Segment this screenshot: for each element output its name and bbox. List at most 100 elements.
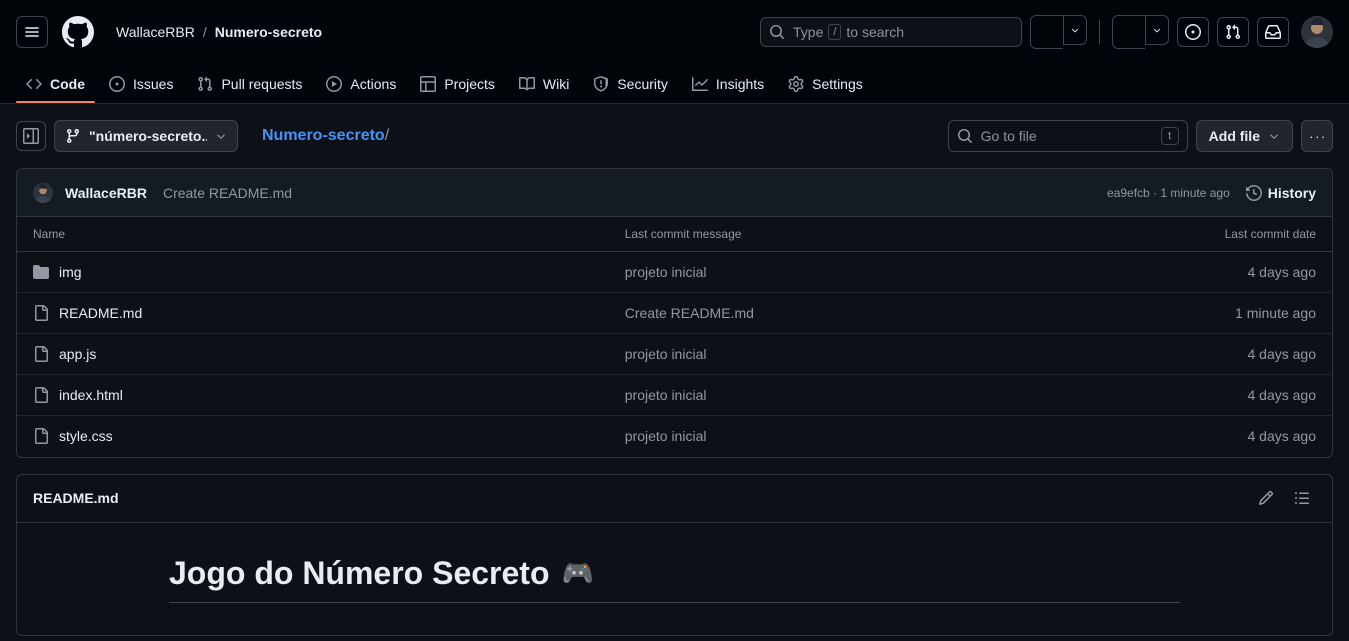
create-new-button[interactable] bbox=[1112, 15, 1145, 49]
breadcrumb-owner[interactable]: WallaceRBR bbox=[116, 24, 195, 40]
tab-security-label: Security bbox=[617, 75, 668, 92]
file-name-wrapper: index.html bbox=[33, 387, 593, 403]
file-name-label[interactable]: style.css bbox=[59, 428, 113, 444]
avatar[interactable] bbox=[1301, 16, 1333, 48]
tab-wiki[interactable]: Wiki bbox=[509, 64, 579, 103]
search-placeholder-prefix: Type bbox=[793, 24, 824, 40]
add-file-button[interactable]: Add file bbox=[1195, 120, 1293, 152]
column-header-message: Last commit message bbox=[608, 217, 1135, 252]
more-options-button[interactable]: ··· bbox=[1301, 120, 1333, 152]
sidebar-toggle-button[interactable] bbox=[16, 121, 46, 151]
edit-readme-button[interactable] bbox=[1252, 484, 1280, 512]
create-new-split-button bbox=[1112, 15, 1169, 49]
notifications-inbox-button[interactable] bbox=[1257, 17, 1289, 47]
file-name-cell: README.md bbox=[17, 292, 609, 334]
create-new-dropdown-button[interactable] bbox=[1145, 15, 1169, 45]
file-commit-message[interactable]: projeto inicial bbox=[609, 416, 1135, 457]
copilot-dropdown-button[interactable] bbox=[1063, 15, 1087, 45]
tab-code[interactable]: Code bbox=[16, 64, 95, 103]
search-placeholder-suffix: to search bbox=[846, 24, 905, 40]
file-navigation-bar: "número-secreto... Numero-secreto/ Go to… bbox=[16, 120, 1333, 152]
pull-requests-button[interactable] bbox=[1217, 17, 1249, 47]
tab-projects-label: Projects bbox=[444, 75, 495, 92]
search-icon bbox=[957, 129, 972, 143]
chevron-down-icon bbox=[1270, 134, 1278, 139]
tab-projects[interactable]: Projects bbox=[410, 64, 505, 103]
history-clock-icon bbox=[1245, 184, 1262, 201]
readme-title: README.md bbox=[33, 490, 119, 506]
hamburger-menu-button[interactable] bbox=[16, 16, 48, 48]
sidebar-expand-icon bbox=[23, 128, 39, 144]
tab-issues-label: Issues bbox=[133, 75, 174, 92]
file-name-label[interactable]: img bbox=[59, 264, 82, 280]
file-icon bbox=[35, 387, 48, 403]
repo-nav-tabs: Code Issues Pull requests Actions Projec… bbox=[0, 64, 1349, 104]
file-table: Name Last commit message Last commit dat… bbox=[17, 217, 1332, 457]
file-list-panel: WallaceRBR Create README.md ea9efcb · 1 … bbox=[16, 168, 1333, 458]
search-icon bbox=[770, 25, 784, 39]
book-icon bbox=[518, 76, 535, 90]
tab-pull-requests[interactable]: Pull requests bbox=[187, 64, 312, 103]
copilot-split-button bbox=[1030, 15, 1087, 49]
table-row[interactable]: img projeto inicial 4 days ago bbox=[17, 251, 1332, 293]
github-logo-icon bbox=[62, 16, 94, 48]
tab-wiki-label: Wiki bbox=[542, 75, 570, 92]
file-commit-message[interactable]: Create README.md bbox=[608, 292, 1135, 334]
search-input[interactable]: Type / to search bbox=[760, 17, 1022, 47]
copilot-button[interactable] bbox=[1030, 15, 1063, 49]
pencil-icon bbox=[1258, 490, 1274, 506]
github-logo-link[interactable] bbox=[62, 16, 94, 48]
repo-path-name: Numero-secreto bbox=[262, 127, 385, 144]
global-header: WallaceRBR / Numero-secreto Type / to se… bbox=[0, 0, 1349, 64]
commit-message[interactable]: Create README.md bbox=[163, 185, 292, 201]
add-file-label: Add file bbox=[1208, 128, 1260, 144]
file-name-cell: app.js bbox=[17, 333, 609, 375]
go-to-file-input[interactable]: Go to file t bbox=[947, 120, 1188, 152]
file-name-cell: style.css bbox=[17, 416, 609, 457]
tab-insights-label: Insights bbox=[715, 75, 765, 92]
table-row[interactable]: app.js projeto inicial 4 days ago bbox=[17, 333, 1332, 375]
search-slash-key-badge: / bbox=[828, 24, 842, 40]
tab-security[interactable]: Security bbox=[583, 64, 678, 103]
table-row[interactable]: index.html projeto inicial 4 days ago bbox=[17, 374, 1332, 416]
breadcrumb-separator: / bbox=[202, 24, 207, 40]
branch-selector-button[interactable]: "número-secreto... bbox=[54, 120, 238, 152]
latest-commit-bar: WallaceRBR Create README.md ea9efcb · 1 … bbox=[17, 169, 1332, 217]
file-commit-date: 4 days ago bbox=[1134, 374, 1332, 416]
chevron-down-icon bbox=[1071, 28, 1079, 33]
file-commit-message[interactable]: projeto inicial bbox=[608, 251, 1135, 293]
column-header-name: Name bbox=[17, 217, 609, 252]
file-icon bbox=[35, 346, 48, 362]
code-icon bbox=[26, 78, 42, 89]
file-name-label[interactable]: app.js bbox=[59, 346, 96, 362]
file-commit-message[interactable]: projeto inicial bbox=[608, 374, 1135, 416]
tab-code-label: Code bbox=[50, 75, 85, 92]
repo-path-breadcrumb[interactable]: Numero-secreto/ bbox=[262, 127, 389, 145]
file-commit-message[interactable]: projeto inicial bbox=[608, 333, 1135, 375]
table-row[interactable]: README.md Create README.md 1 minute ago bbox=[17, 292, 1332, 334]
file-name-label[interactable]: README.md bbox=[59, 305, 142, 321]
issue-opened-icon bbox=[1185, 24, 1201, 40]
tab-settings[interactable]: Settings bbox=[778, 64, 873, 103]
breadcrumb: WallaceRBR / Numero-secreto bbox=[116, 24, 322, 40]
avatar-image bbox=[1301, 16, 1333, 48]
go-to-file-key-badge: t bbox=[1160, 127, 1179, 145]
commit-author-name[interactable]: WallaceRBR bbox=[65, 185, 147, 201]
readme-outline-button[interactable] bbox=[1288, 484, 1316, 512]
tab-issues[interactable]: Issues bbox=[99, 64, 183, 103]
history-label: History bbox=[1267, 184, 1316, 201]
file-name-label[interactable]: index.html bbox=[59, 387, 123, 403]
table-row[interactable]: style.css projeto inicial 4 days ago bbox=[17, 416, 1332, 457]
branch-name-label: "número-secreto... bbox=[89, 128, 207, 144]
readme-panel: README.md Jogo do Número Secreto 🎮 bbox=[16, 473, 1333, 636]
tab-insights[interactable]: Insights bbox=[682, 64, 774, 103]
readme-header: README.md bbox=[17, 475, 1332, 523]
file-name-wrapper: app.js bbox=[33, 346, 593, 362]
commit-hash-and-time[interactable]: ea9efcb · 1 minute ago bbox=[1107, 186, 1230, 200]
file-table-body: img projeto inicial 4 days ago README.md bbox=[17, 251, 1332, 457]
project-table-icon bbox=[420, 75, 437, 92]
breadcrumb-repo[interactable]: Numero-secreto bbox=[215, 24, 322, 40]
issues-button[interactable] bbox=[1177, 17, 1209, 47]
tab-actions[interactable]: Actions bbox=[316, 64, 406, 103]
history-button[interactable]: History bbox=[1245, 184, 1316, 201]
